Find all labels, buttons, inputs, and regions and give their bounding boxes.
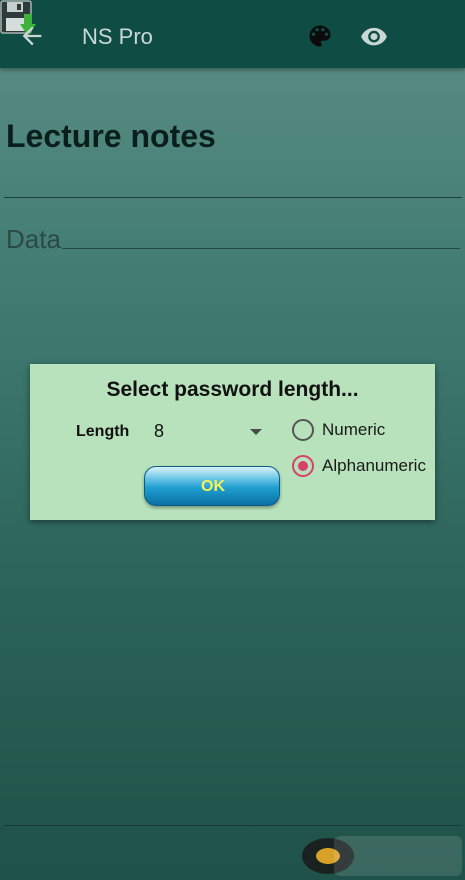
password-length-dialog: Select password length... Length 8 Numer… <box>30 364 435 520</box>
length-dropdown[interactable]: 8 <box>146 418 266 446</box>
title-underline <box>4 197 462 198</box>
radio-checked-icon <box>292 455 314 477</box>
radio-alphanumeric-label: Alphanumeric <box>322 456 426 475</box>
app-title: NS Pro <box>82 24 153 49</box>
eye-icon[interactable] <box>360 22 388 50</box>
ok-button[interactable]: OK <box>144 466 280 506</box>
watermark-logo <box>302 836 462 876</box>
length-value: 8 <box>154 421 165 441</box>
body-underline <box>62 248 460 249</box>
dropdown-arrow-icon <box>250 429 262 435</box>
ok-button-label: OK <box>201 478 225 495</box>
note-title[interactable]: Lecture notes <box>6 118 216 155</box>
app-toolbar: NS Pro <box>0 0 465 68</box>
palette-icon[interactable] <box>306 22 334 50</box>
bottom-divider <box>4 825 462 826</box>
length-label: Length <box>76 423 130 440</box>
radio-numeric-label: Numeric <box>322 420 386 439</box>
dialog-title: Select password length... <box>106 378 359 401</box>
radio-unchecked-icon <box>292 419 314 441</box>
arrow-back-icon[interactable] <box>18 22 46 50</box>
note-body-field[interactable]: Data <box>6 224 61 255</box>
